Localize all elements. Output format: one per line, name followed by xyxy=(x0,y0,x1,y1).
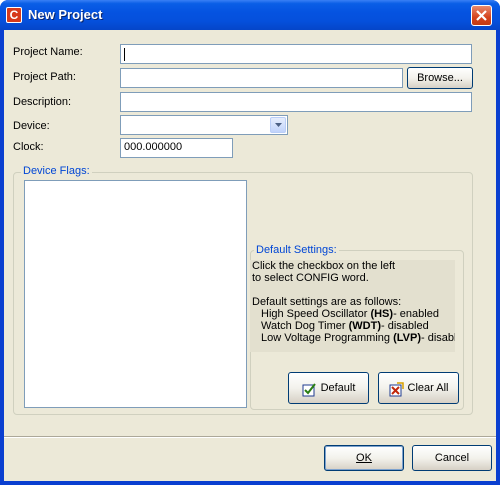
setting-lvp-code: (LVP) xyxy=(393,332,421,344)
app-logo-icon: C xyxy=(6,7,22,23)
chevron-down-icon xyxy=(275,123,282,127)
project-path-input[interactable] xyxy=(120,68,403,88)
setting-wdt-code: (WDT) xyxy=(348,320,381,332)
info-line-3: Default settings are as follows: xyxy=(252,296,402,308)
device-label: Device: xyxy=(13,120,50,132)
clock-value: 000.000000 xyxy=(124,141,183,153)
clear-all-button-label: Clear All xyxy=(407,382,449,394)
description-input[interactable] xyxy=(120,92,472,112)
default-settings-legend: Default Settings: xyxy=(254,244,339,256)
browse-button[interactable]: Browse... xyxy=(407,67,473,89)
project-path-label: Project Path: xyxy=(13,71,76,83)
setting-lvp: Low Voltage Programming (LVP)- disabled xyxy=(252,332,455,344)
setting-hs-label: High Speed Oscillator xyxy=(261,308,371,320)
setting-wdt: Watch Dog Timer (WDT)- disabled xyxy=(252,320,455,332)
setting-hs-status: - enabled xyxy=(393,308,439,320)
text-caret xyxy=(124,48,125,61)
close-icon xyxy=(476,10,487,21)
device-select[interactable] xyxy=(120,115,288,135)
cancel-button[interactable]: Cancel xyxy=(412,445,492,471)
window-title: New Project xyxy=(28,7,103,22)
setting-wdt-label: Watch Dog Timer xyxy=(261,320,349,332)
clear-all-icon xyxy=(389,380,405,397)
ok-button-label: OK xyxy=(356,452,372,464)
setting-lvp-label: Low Voltage Programming xyxy=(261,332,394,344)
info-spacer xyxy=(252,284,455,296)
default-settings-info: Click the checkbox on the left to select… xyxy=(250,260,455,352)
default-button-label: Default xyxy=(320,382,356,394)
device-flags-list[interactable] xyxy=(24,180,247,408)
device-flags-legend: Device Flags: xyxy=(21,165,92,177)
setting-hs: High Speed Oscillator (HS)- enabled xyxy=(252,308,455,320)
clock-input[interactable]: 000.000000 xyxy=(120,138,233,158)
setting-hs-code: (HS) xyxy=(370,308,394,320)
description-label: Description: xyxy=(13,96,72,108)
setting-lvp-status: - disabled xyxy=(420,332,455,344)
setting-wdt-status: - disabled xyxy=(381,320,429,332)
new-project-dialog: C New Project Project Name: Project Path… xyxy=(0,0,500,485)
title-bar[interactable]: C New Project xyxy=(0,0,500,30)
browse-button-label: Browse... xyxy=(417,72,463,84)
clear-all-button[interactable]: Clear All xyxy=(378,372,459,404)
clock-label: Clock: xyxy=(13,141,44,153)
cancel-button-label: Cancel xyxy=(434,452,470,464)
default-button[interactable]: Default xyxy=(288,372,369,404)
device-dropdown-button[interactable] xyxy=(270,117,286,133)
ok-button[interactable]: OK xyxy=(324,445,404,471)
project-name-label: Project Name: xyxy=(13,46,83,58)
project-name-input[interactable] xyxy=(120,44,472,64)
info-line-1: Click the checkbox on the left xyxy=(252,260,396,272)
footer-separator xyxy=(4,436,496,438)
default-settings-icon xyxy=(302,380,318,397)
close-button[interactable] xyxy=(471,5,492,26)
info-line-2: to select CONFIG word. xyxy=(252,272,369,284)
